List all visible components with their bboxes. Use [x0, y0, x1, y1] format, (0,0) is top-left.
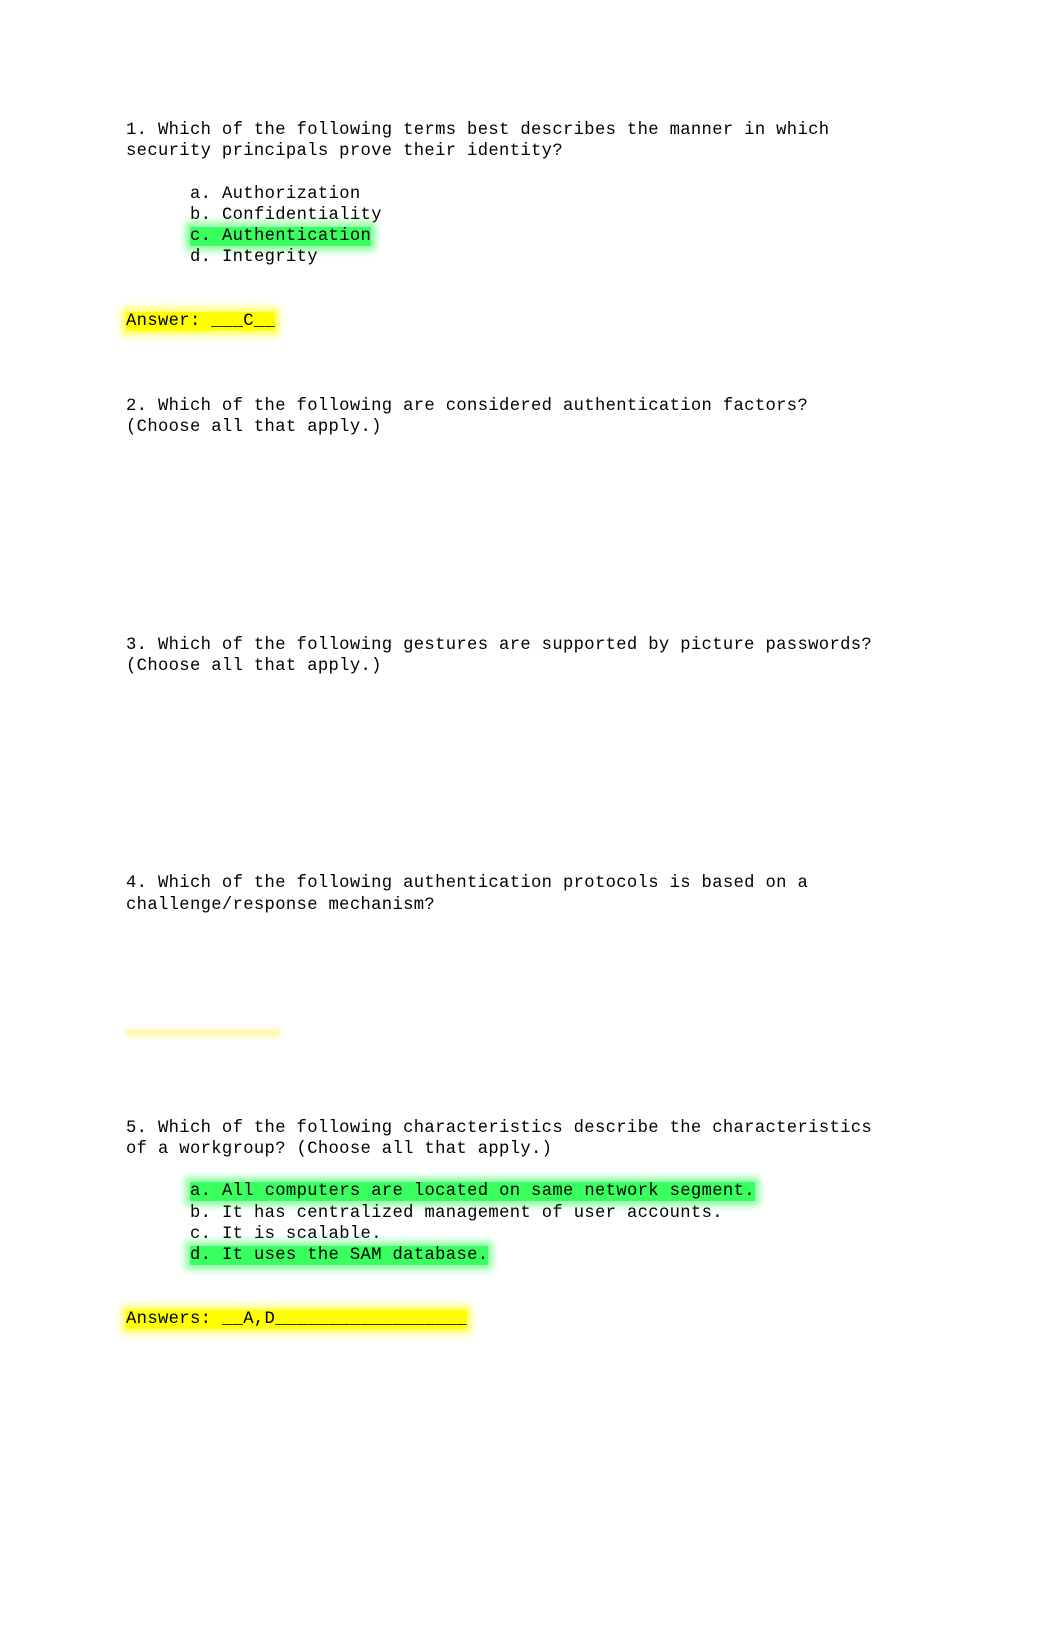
option-label-1b: b. Confidentiality: [190, 205, 382, 225]
option-item-5a[interactable]: a. All computers are located on same net…: [190, 1181, 946, 1202]
option-label-5c: c. It is scalable.: [190, 1225, 382, 1245]
option-label-1d: d. Integrity: [190, 248, 318, 268]
question-text-5: 5. Which of the following characteristic…: [126, 1118, 873, 1160]
option-item-5b[interactable]: b. It has centralized management of user…: [190, 1203, 946, 1224]
option-label-5b: b. It has centralized management of user…: [190, 1203, 723, 1223]
document-page: 1. Which of the following terms best des…: [0, 0, 1062, 1644]
option-label-1a: a. Authorization: [190, 184, 361, 204]
option-item-1b[interactable]: b. Confidentiality: [190, 205, 946, 226]
option-item-5c[interactable]: c. It is scalable.: [190, 1224, 946, 1245]
question-block-5: 5. Which of the following characteristic…: [126, 1118, 946, 1330]
option-item-5d[interactable]: d. It uses the SAM database.: [190, 1245, 946, 1266]
question-text-2: 2. Which of the following are considered…: [126, 397, 809, 438]
option-list-5: a. All computers are located on same net…: [126, 1181, 946, 1266]
answer-line-1: Answer: ___C__: [126, 311, 946, 332]
answer-space-3: [126, 677, 946, 873]
question-block-4: 4. Which of the following authentication…: [126, 873, 946, 1040]
answer-value-5: Answers: __A,D__________________: [126, 1309, 468, 1329]
answer-space-4: [126, 916, 946, 1040]
question-block-3: 3. Which of the following gestures are s…: [126, 635, 946, 874]
question-text-1: 1. Which of the following terms best des…: [126, 121, 830, 162]
option-item-1c[interactable]: c. Authentication: [190, 226, 946, 247]
question-block-1: 1. Which of the following terms best des…: [126, 120, 946, 332]
answer-line-5: Answers: __A,D__________________: [126, 1309, 946, 1330]
option-list-1: a. Authorization b. Confidentiality c. A…: [126, 184, 946, 269]
question-text-4: 4. Which of the following authentication…: [126, 874, 809, 915]
option-item-1a[interactable]: a. Authorization: [190, 184, 946, 205]
answer-value-1: Answer: ___C__: [126, 311, 276, 331]
document-content: 1. Which of the following terms best des…: [126, 120, 946, 1330]
answer-space-2: [126, 439, 946, 635]
option-label-5a: a. All computers are located on same net…: [190, 1182, 755, 1202]
question-text-3: 3. Which of the following gestures are s…: [126, 635, 873, 676]
option-label-5d: d. It uses the SAM database.: [190, 1246, 489, 1266]
option-item-1d[interactable]: d. Integrity: [190, 247, 946, 268]
question-block-2: 2. Which of the following are considered…: [126, 396, 946, 635]
option-label-1c: c. Authentication: [190, 227, 372, 247]
